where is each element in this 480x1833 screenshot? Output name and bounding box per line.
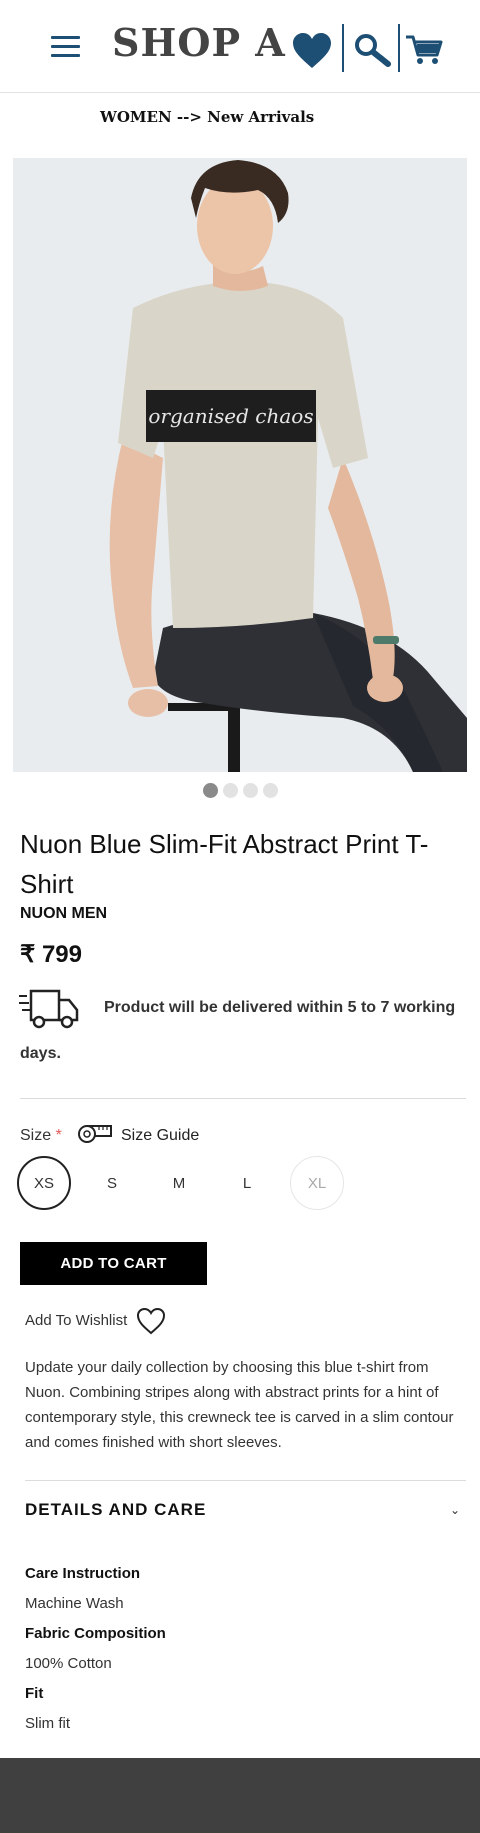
size-option-m[interactable]: M (152, 1156, 206, 1210)
product-price: ₹ 799 (20, 941, 82, 968)
detail-value: Machine Wash (25, 1595, 124, 1612)
site-footer (0, 1758, 480, 1833)
detail-value: Slim fit (25, 1715, 70, 1732)
gallery-dot[interactable] (243, 783, 258, 798)
product-image[interactable]: organised chaos (13, 158, 467, 772)
site-header: SHOP A (0, 0, 480, 93)
header-divider (398, 24, 400, 72)
chevron-down-icon[interactable]: ⌄ (450, 1503, 460, 1517)
size-option-l[interactable]: L (220, 1156, 274, 1210)
size-option-xl[interactable]: XL (290, 1156, 344, 1210)
delivery-info-cont: days. (20, 1045, 61, 1062)
delivery-truck-icon (19, 989, 79, 1029)
delivery-info: Product will be delivered within 5 to 7 … (104, 999, 456, 1016)
search-icon[interactable] (352, 33, 392, 67)
menu-icon[interactable] (51, 36, 80, 58)
product-description: Update your daily collection by choosing… (25, 1359, 454, 1451)
cart-icon[interactable] (405, 34, 443, 66)
size-option-xs[interactable]: XS (17, 1156, 71, 1210)
gallery-dot[interactable] (203, 783, 218, 798)
product-photo: organised chaos (13, 158, 467, 772)
detail-label: Care Instruction (25, 1565, 141, 1582)
size-guide-link[interactable]: Size Guide (121, 1127, 199, 1145)
gallery-dots (203, 783, 278, 798)
size-label: Size * (20, 1127, 62, 1144)
add-to-wishlist-link[interactable]: Add To Wishlist (25, 1312, 127, 1329)
header-divider (342, 24, 344, 72)
heart-outline-icon[interactable] (136, 1307, 166, 1335)
product-title: Nuon Blue Slim-Fit Abstract Print T-Shir… (20, 829, 429, 899)
shirt-print-text: organised chaos (148, 404, 313, 428)
measuring-tape-icon[interactable] (77, 1124, 113, 1144)
heart-icon[interactable] (292, 33, 332, 69)
add-to-cart-button[interactable]: ADD TO CART (20, 1242, 207, 1285)
divider (25, 1480, 466, 1481)
breadcrumb[interactable]: WOMEN --> New Arrivals (100, 108, 314, 126)
gallery-dot[interactable] (223, 783, 238, 798)
details-care-heading[interactable]: DETAILS AND CARE (25, 1500, 206, 1520)
detail-label: Fabric Composition (25, 1625, 166, 1642)
gallery-dot[interactable] (263, 783, 278, 798)
divider (20, 1098, 466, 1099)
detail-value: 100% Cotton (25, 1655, 112, 1672)
brand-logo[interactable]: SHOP A (112, 20, 286, 65)
size-option-s[interactable]: S (85, 1156, 139, 1210)
product-brand[interactable]: NUON MEN (20, 905, 107, 923)
detail-label: Fit (25, 1685, 44, 1702)
